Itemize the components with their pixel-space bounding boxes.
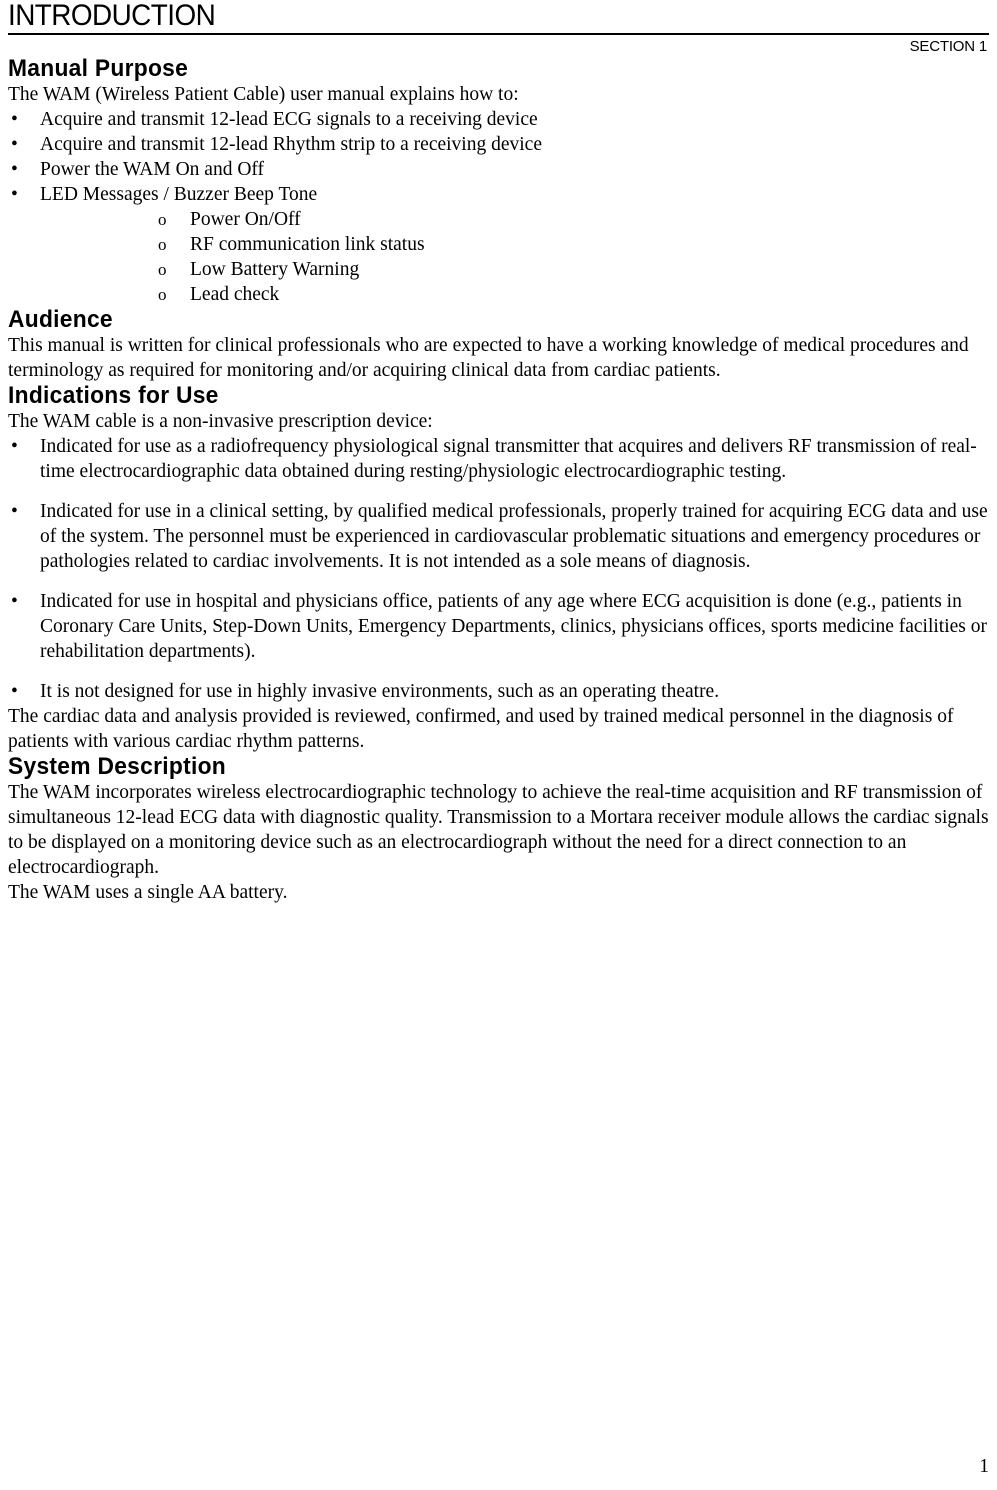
- audience-paragraph: This manual is written for clinical prof…: [8, 335, 969, 381]
- circle-bullet-icon: o: [158, 260, 167, 279]
- list-item-label: It is not designed for use in highly inv…: [40, 681, 720, 702]
- list-item: • Indicated for use as a radiofrequency …: [8, 434, 989, 484]
- circle-bullet-icon: o: [158, 235, 167, 254]
- circle-bullet-icon: o: [158, 285, 167, 304]
- bullet-icon: •: [11, 159, 18, 180]
- bullet-icon: •: [11, 436, 18, 457]
- list-item-label: Indicated for use in a clinical setting,…: [40, 501, 988, 572]
- list-item: • Acquire and transmit 12-lead ECG signa…: [8, 107, 989, 132]
- indications-lead-paragraph: The WAM cable is a non-invasive prescrip…: [8, 411, 433, 432]
- indications-closing-paragraph: The cardiac data and analysis provided i…: [8, 706, 954, 752]
- list-item: • It is not designed for use in highly i…: [8, 679, 989, 704]
- list-item-label: Low Battery Warning: [190, 259, 360, 280]
- header-divider: [8, 33, 989, 35]
- list-item: o RF communication link status: [8, 232, 989, 257]
- bullet-icon: •: [11, 109, 18, 130]
- list-item: • Indicated for use in hospital and phys…: [8, 589, 989, 664]
- page-number: 1: [979, 1456, 989, 1477]
- list-item-label: LED Messages / Buzzer Beep Tone: [40, 184, 318, 205]
- list-item-label: Acquire and transmit 12-lead ECG signals…: [40, 109, 538, 130]
- manual-purpose-sub-bullet-list: o Power On/Off o RF communication link s…: [8, 207, 989, 307]
- list-item: • Indicated for use in a clinical settin…: [8, 499, 989, 574]
- list-item-label: Indicated for use as a radiofrequency ph…: [40, 436, 977, 482]
- heading-audience: Audience: [8, 306, 113, 333]
- heading-indications-for-use: Indications for Use: [8, 382, 219, 409]
- manual-purpose-lead-paragraph: The WAM (Wireless Patient Cable) user ma…: [8, 84, 519, 105]
- system-description-paragraph-2: The WAM uses a single AA battery.: [8, 882, 288, 903]
- bullet-icon: •: [11, 134, 18, 155]
- list-item: • LED Messages / Buzzer Beep Tone: [8, 182, 989, 207]
- list-item: o Power On/Off: [8, 207, 989, 232]
- section-label: SECTION 1: [909, 38, 988, 55]
- heading-manual-purpose: Manual Purpose: [8, 55, 189, 82]
- list-item: • Acquire and transmit 12-lead Rhythm st…: [8, 132, 989, 157]
- list-item-label: Acquire and transmit 12-lead Rhythm stri…: [40, 134, 542, 155]
- page-title: INTRODUCTION: [8, 0, 216, 32]
- bullet-icon: •: [11, 591, 18, 612]
- page-content: INTRODUCTION SECTION 1 Manual Purpose Th…: [8, 0, 989, 905]
- list-item-label: Power On/Off: [190, 209, 301, 230]
- list-item-label: RF communication link status: [190, 234, 425, 255]
- document-page: INTRODUCTION SECTION 1 Manual Purpose Th…: [0, 0, 997, 1490]
- list-item: • Power the WAM On and Off: [8, 157, 989, 182]
- list-item-label: Indicated for use in hospital and physic…: [40, 591, 987, 662]
- indications-bullet-list: • Indicated for use as a radiofrequency …: [8, 434, 989, 704]
- list-item: o Lead check: [8, 282, 989, 307]
- system-description-paragraph-1: The WAM incorporates wireless electrocar…: [8, 782, 989, 878]
- manual-purpose-bullet-list: • Acquire and transmit 12-lead ECG signa…: [8, 107, 989, 207]
- running-header: INTRODUCTION SECTION 1: [8, 0, 989, 56]
- heading-system-description: System Description: [8, 753, 227, 780]
- list-item-label: Power the WAM On and Off: [40, 159, 265, 180]
- bullet-icon: •: [11, 184, 18, 205]
- bullet-icon: •: [11, 501, 18, 522]
- list-item: o Low Battery Warning: [8, 257, 989, 282]
- bullet-icon: •: [11, 681, 18, 702]
- list-item-label: Lead check: [190, 284, 280, 305]
- circle-bullet-icon: o: [158, 210, 167, 229]
